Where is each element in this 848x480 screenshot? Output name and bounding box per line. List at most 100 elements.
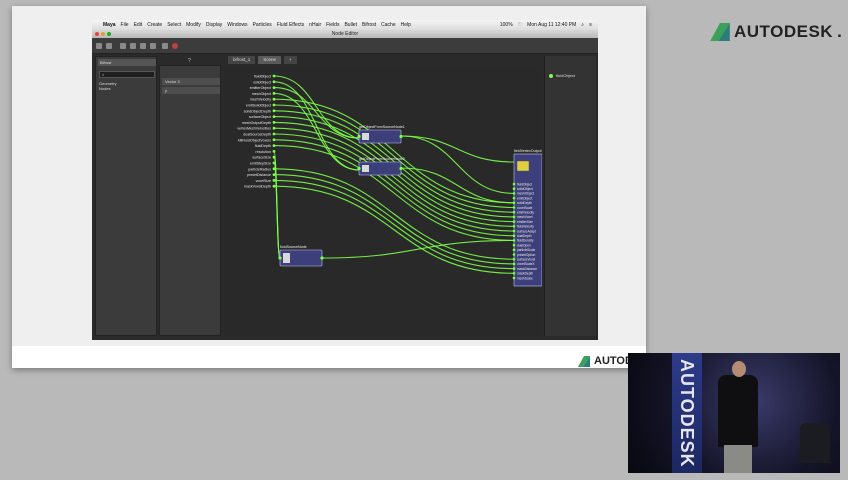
sink-port-label: voxelScale (517, 206, 533, 210)
connection-wire (273, 139, 515, 237)
node-title: fluidSourceNode (280, 245, 307, 249)
menu-item-edit[interactable]: Edit (134, 22, 143, 28)
input-port-label: particleRadius (248, 167, 271, 171)
input-port-label: emitStepSize (250, 162, 271, 166)
menu-item-windows[interactable]: Windows (227, 22, 247, 28)
node-title: getObjectFromSourceNode2 (359, 157, 405, 161)
port-dot-icon (512, 182, 516, 186)
close-icon[interactable] (95, 32, 99, 36)
sink-port-label: solidObject (517, 187, 533, 191)
menu-item-display[interactable]: Display (206, 22, 222, 28)
menu-item-help[interactable]: Help (401, 22, 411, 28)
menu-item-bullet[interactable]: Bullet (344, 22, 357, 28)
maya-window: Maya File Edit Create Select Modify Disp… (92, 20, 598, 340)
port-dot-icon (272, 86, 276, 89)
connection-wire (321, 239, 515, 259)
port-dot-icon (272, 173, 276, 176)
graph-icon[interactable] (96, 43, 102, 49)
connection-wire (273, 87, 360, 139)
minimize-icon[interactable] (101, 32, 105, 36)
menu-item-fluid-effects[interactable]: Fluid Effects (277, 22, 304, 28)
node-icon (516, 160, 530, 172)
tab-add[interactable]: + (284, 56, 297, 64)
help-icon[interactable]: ? (188, 58, 191, 64)
window-controls (95, 32, 111, 36)
sink-port-label: meshObject (517, 192, 534, 196)
port-dot-icon (272, 155, 276, 159)
output-port[interactable]: fluidObject (549, 73, 575, 78)
sink-port-label: emitterSize (517, 220, 533, 224)
menu-item-file[interactable]: File (121, 22, 129, 28)
sink-port-label: solidDepth (517, 201, 532, 205)
tab-scene[interactable]: Scene (258, 56, 282, 64)
wifi-icon[interactable]: ♡ (518, 22, 522, 28)
menu-item-particles[interactable]: Particles (253, 22, 272, 28)
node-editor-toolbar (92, 38, 598, 54)
window-titlebar: Node Editor (92, 30, 598, 38)
record-icon[interactable] (172, 43, 178, 49)
port-dot-icon (272, 138, 276, 142)
menu-item-cache[interactable]: Cache (381, 22, 395, 28)
frame-icon[interactable] (162, 43, 168, 49)
sink-port-label: maskDepth (517, 272, 533, 276)
port-dot-icon (549, 73, 553, 78)
node-icon (362, 165, 369, 172)
port-dot-icon (272, 167, 276, 171)
port-dot-icon (512, 201, 516, 205)
add-node-icon[interactable] (140, 43, 146, 49)
library-dropdown[interactable]: Bifrost (98, 59, 156, 66)
port-dot-icon (512, 192, 516, 195)
output-panel: fluidObject (544, 56, 596, 336)
port-dot-icon (512, 187, 516, 190)
layout-icon[interactable] (106, 43, 112, 49)
port-dot-icon (512, 262, 516, 266)
menubar: Maya File Edit Create Select Modify Disp… (92, 20, 598, 30)
input-port-label: killFluidObjectVoxels (238, 138, 271, 142)
search-icon[interactable]: ⌕ (581, 22, 584, 28)
list-item[interactable]: Nodes (99, 86, 117, 91)
sink-port-label: fluidObject (517, 182, 532, 186)
undo-icon[interactable] (120, 43, 126, 49)
menu-item-select[interactable]: Select (167, 22, 181, 28)
redo-icon[interactable] (130, 43, 136, 49)
connection-wire (273, 81, 360, 171)
slide-footer (12, 346, 646, 368)
input-port-label: solidObjectDepth (244, 109, 271, 113)
port-dot-icon (272, 184, 276, 188)
attribute-row-vector[interactable]: Vector 3 (162, 78, 220, 85)
node-title: fieldVertexOutput (514, 149, 542, 153)
banner-brand: AUTODESK (677, 359, 697, 468)
brand-name: AUTODESK (734, 22, 834, 41)
menu-item-modify[interactable]: Modify (186, 22, 201, 28)
menubar-status: 100% ♡ Mon Aug 11 12:40 PM ⌕ ≡ (500, 22, 592, 28)
node-graph-canvas[interactable]: fluidObject solidObject emitterObject meshO… (224, 66, 543, 336)
port-dot-icon (278, 256, 282, 260)
menu-item-fields[interactable]: Fields (326, 22, 339, 28)
node-graph-svg: fluidObjectsolidObjectemitterObjectmeshO… (237, 75, 543, 287)
menu-item-create[interactable]: Create (147, 22, 162, 28)
sink-port-label: meshVoxel (517, 215, 533, 219)
input-port-label: surfaceSize (252, 156, 271, 160)
input-port-label: meshVelocity (250, 98, 271, 102)
clock: Mon Aug 11 12:40 PM (527, 22, 577, 28)
presenter-legs (724, 445, 752, 473)
tab-bifrost[interactable]: bifrost_1 (228, 56, 256, 64)
menu-item-nhair[interactable]: nHair (309, 22, 321, 28)
list-icon[interactable]: ≡ (589, 22, 592, 28)
maximize-icon[interactable] (107, 32, 111, 36)
sink-port-label: surfaceVoxel (517, 258, 536, 262)
input-port-label: fluidObject (254, 75, 271, 79)
menu-item-bifrost[interactable]: Bifrost (362, 22, 376, 28)
presentation-slide: Maya File Edit Create Select Modify Disp… (12, 6, 663, 368)
delete-icon[interactable] (150, 43, 156, 49)
port-dot-icon (512, 248, 516, 252)
node-title: getObjectFromSourceNode1 (359, 125, 405, 129)
port-dot-icon (399, 166, 403, 171)
port-dot-icon (272, 109, 276, 113)
attribute-row-y[interactable]: y (162, 87, 220, 94)
library-search-input[interactable]: ⌕ (99, 71, 155, 78)
sink-port-label: emitVelocity (517, 211, 534, 215)
port-dot-icon (512, 206, 516, 209)
port-dot-icon (272, 80, 276, 84)
menu-app-name[interactable]: Maya (103, 22, 116, 28)
